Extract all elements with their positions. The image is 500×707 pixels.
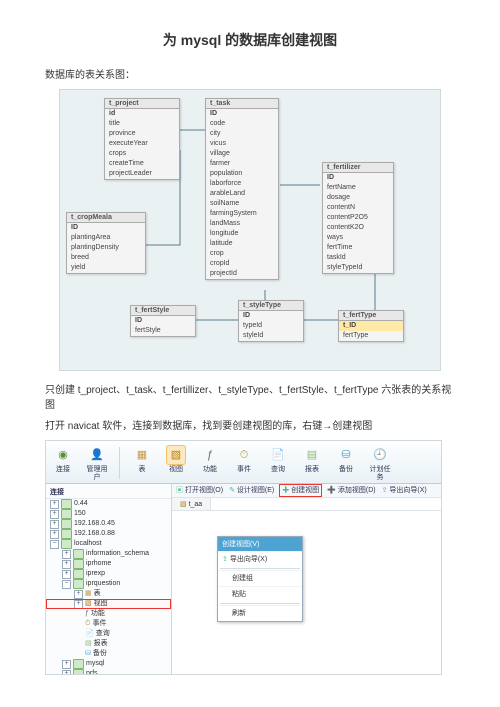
main-panel: ▣ 打开视图(O) ✎ 设计视图(E) ✚ 创建视图 ➕ 添加视图(D) ⇪ 导… — [172, 484, 441, 674]
navicat-window: ◉连接 👤管理用户 ▦表 ▧视图 ƒ功能 ⏱事件 📄查询 ▤报表 ⛁备份 🕘计划… — [45, 440, 442, 675]
body-text-2: 打开 navicat 软件，连接到数据库，找到要创建视图的库，右键→创建视图 — [45, 419, 455, 434]
er-diagram: t_project id title province executeYear … — [59, 89, 441, 371]
ribbon-toolbar: ◉连接 👤管理用户 ▦表 ▧视图 ƒ功能 ⏱事件 📄查询 ▤报表 ⛁备份 🕘计划… — [46, 441, 441, 484]
tb-open-view[interactable]: ▣ 打开视图(O) — [176, 485, 223, 496]
entity-t-ferttype: t_fertType t_ID fertType — [338, 310, 404, 342]
tb-export-wizard[interactable]: ⇪ 导出向导(X) — [382, 485, 427, 496]
body-text-1: 只创建 t_project、t_task、t_fertillizer、t_sty… — [45, 383, 455, 413]
entity-t-fertstyle: t_fertStyle ID fertStyle — [130, 305, 196, 337]
main-toolbar: ▣ 打开视图(O) ✎ 设计视图(E) ✚ 创建视图 ➕ 添加视图(D) ⇪ 导… — [172, 484, 441, 498]
intro-text: 数据库的表关系图： — [45, 68, 455, 83]
tb-add-view[interactable]: ➕ 添加视图(D) — [327, 485, 375, 496]
entity-t-fertilizer: t_fertilizer ID fertName dosage contentN… — [322, 162, 394, 274]
ribbon-event[interactable]: ⏱事件 — [231, 445, 257, 474]
page-title: 为 mysql 的数据库创建视图 — [45, 30, 455, 50]
ctx-refresh[interactable]: 刷新 — [218, 605, 302, 621]
connection-tree[interactable]: 连接 +0.44 +150 +192.168.0.45 +192.168.0.8… — [46, 484, 172, 674]
ribbon-users[interactable]: 👤管理用户 — [84, 445, 110, 481]
ribbon-query[interactable]: 📄查询 — [265, 445, 291, 474]
ribbon-connection[interactable]: ◉连接 — [50, 445, 76, 474]
ctx-create-view[interactable]: 创建视图(V) — [218, 537, 302, 551]
ctx-export[interactable]: ⇪ 导出向导(X) — [218, 551, 302, 567]
ctx-create-group[interactable]: 创建组 — [218, 570, 302, 586]
ribbon-backup[interactable]: ⛁备份 — [333, 445, 359, 474]
context-menu[interactable]: 创建视图(V) ⇪ 导出向导(X) 创建组 粘贴 刷新 — [217, 536, 303, 622]
tb-design-view[interactable]: ✎ 设计视图(E) — [229, 485, 274, 496]
tb-create-view[interactable]: ✚ 创建视图 — [280, 485, 321, 496]
ctx-paste[interactable]: 粘贴 — [218, 586, 302, 602]
tab-bar: ▧ t_aa — [172, 498, 441, 511]
tab-item[interactable]: ▧ t_aa — [172, 498, 211, 510]
ribbon-table[interactable]: ▦表 — [129, 445, 155, 474]
db-icon — [61, 499, 72, 509]
tree-node-view-selected[interactable]: +▧视图 — [46, 599, 171, 609]
ribbon-report[interactable]: ▤报表 — [299, 445, 325, 474]
ribbon-view[interactable]: ▧视图 — [163, 445, 189, 474]
tree-header-label: 连接 — [46, 486, 171, 499]
entity-t-task: t_task ID code city vicus village farmer… — [205, 98, 279, 280]
ribbon-function[interactable]: ƒ功能 — [197, 445, 223, 474]
entity-t-cropmeala: t_cropMeala ID plantingArea plantingDens… — [66, 212, 146, 274]
entity-t-styletype: t_styleType ID typeId styleId — [238, 300, 304, 342]
ribbon-schedule[interactable]: 🕘计划任务 — [367, 445, 393, 481]
entity-t-project: t_project id title province executeYear … — [104, 98, 180, 180]
